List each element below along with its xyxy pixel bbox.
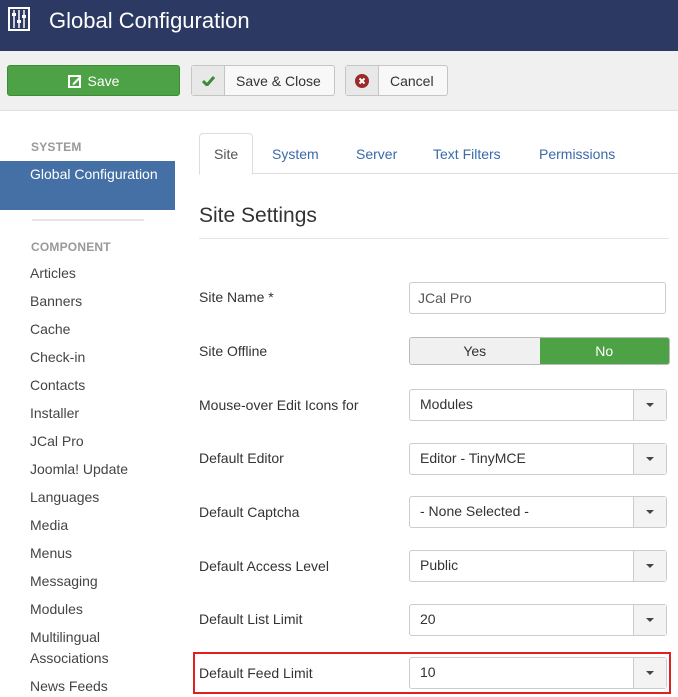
sidebar-item[interactable]: Joomla! Update — [30, 459, 128, 480]
captcha-value: - None Selected - — [420, 503, 529, 519]
sidebar-item[interactable]: Cache — [30, 319, 70, 340]
sidebar-item[interactable]: Installer — [30, 403, 79, 424]
toolbar: Save Save & Close Cancel — [0, 51, 678, 111]
page-header: Global Configuration — [0, 0, 678, 51]
mouseover-label: Mouse-over Edit Icons for — [199, 397, 359, 413]
sidebar-item[interactable]: Contacts — [30, 375, 85, 396]
sidebar-item[interactable]: Check-in — [30, 347, 85, 368]
mouseover-value: Modules — [420, 396, 473, 412]
tab-text-filters[interactable]: Text Filters — [419, 133, 515, 174]
site-offline-no[interactable]: No — [539, 338, 669, 364]
sidebar-item-global-configuration[interactable]: Global Configuration — [0, 161, 175, 210]
sidebar-heading-component: COMPONENT — [31, 240, 111, 254]
site-name-input[interactable]: JCal Pro — [409, 282, 666, 314]
section-title: Site Settings — [199, 204, 317, 227]
sidebar-item[interactable]: Menus — [30, 543, 72, 564]
tab-server[interactable]: Server — [342, 133, 411, 174]
site-offline-toggle: Yes No — [409, 337, 670, 365]
tab-site[interactable]: Site — [199, 133, 254, 175]
sidebar-item[interactable]: Messaging — [30, 571, 98, 592]
edit-icon — [67, 74, 82, 88]
save-close-label: Save & Close — [236, 72, 321, 89]
section-divider — [199, 238, 669, 239]
access-value: Public — [420, 557, 459, 573]
editor-select[interactable]: Editor - TinyMCE — [409, 443, 667, 475]
caret-down-icon — [633, 444, 666, 474]
tab-system[interactable]: System — [258, 133, 333, 174]
caret-down-icon — [633, 390, 666, 420]
cancel-circle-icon — [346, 66, 379, 95]
sliders-icon — [8, 7, 30, 31]
page-title: Global Configuration — [49, 8, 250, 33]
sidebar-item[interactable]: JCal Pro — [30, 431, 84, 452]
site-offline-label: Site Offline — [199, 343, 268, 359]
check-icon — [192, 66, 225, 95]
sidebar-item[interactable]: Languages — [30, 487, 99, 508]
captcha-select[interactable]: - None Selected - — [409, 496, 667, 528]
sidebar-item[interactable]: Multilingual Associations — [30, 627, 140, 669]
sidebar-divider — [32, 219, 144, 221]
sidebar-item[interactable]: News Feeds — [30, 676, 108, 697]
list-limit-value: 20 — [420, 611, 436, 627]
captcha-label: Default Captcha — [199, 504, 300, 520]
config-tabs: Site System Server Text Filters Permissi… — [199, 133, 678, 175]
save-label: Save — [87, 72, 120, 89]
save-close-button[interactable]: Save & Close — [191, 65, 335, 96]
site-offline-yes[interactable]: Yes — [410, 338, 540, 364]
access-label: Default Access Level — [199, 558, 329, 574]
access-select[interactable]: Public — [409, 550, 667, 582]
sidebar-item[interactable]: Articles — [30, 263, 76, 284]
sidebar-item[interactable]: Banners — [30, 291, 82, 312]
sidebar-heading-system: SYSTEM — [31, 140, 82, 154]
sidebar-item[interactable]: Modules — [30, 599, 83, 620]
list-limit-label: Default List Limit — [199, 611, 303, 627]
list-limit-select[interactable]: 20 — [409, 604, 667, 636]
sidebar-item[interactable]: Media — [30, 515, 68, 536]
caret-down-icon — [633, 605, 666, 635]
caret-down-icon — [633, 497, 666, 527]
tab-permissions[interactable]: Permissions — [525, 133, 629, 174]
cancel-button[interactable]: Cancel — [345, 65, 448, 96]
save-button[interactable]: Save — [7, 65, 180, 96]
feed-limit-highlight — [193, 652, 671, 694]
mouseover-select[interactable]: Modules — [409, 389, 667, 421]
cancel-label: Cancel — [390, 72, 434, 89]
site-name-label: Site Name * — [199, 289, 274, 305]
caret-down-icon — [633, 551, 666, 581]
editor-value: Editor - TinyMCE — [420, 450, 526, 466]
editor-label: Default Editor — [199, 450, 284, 466]
